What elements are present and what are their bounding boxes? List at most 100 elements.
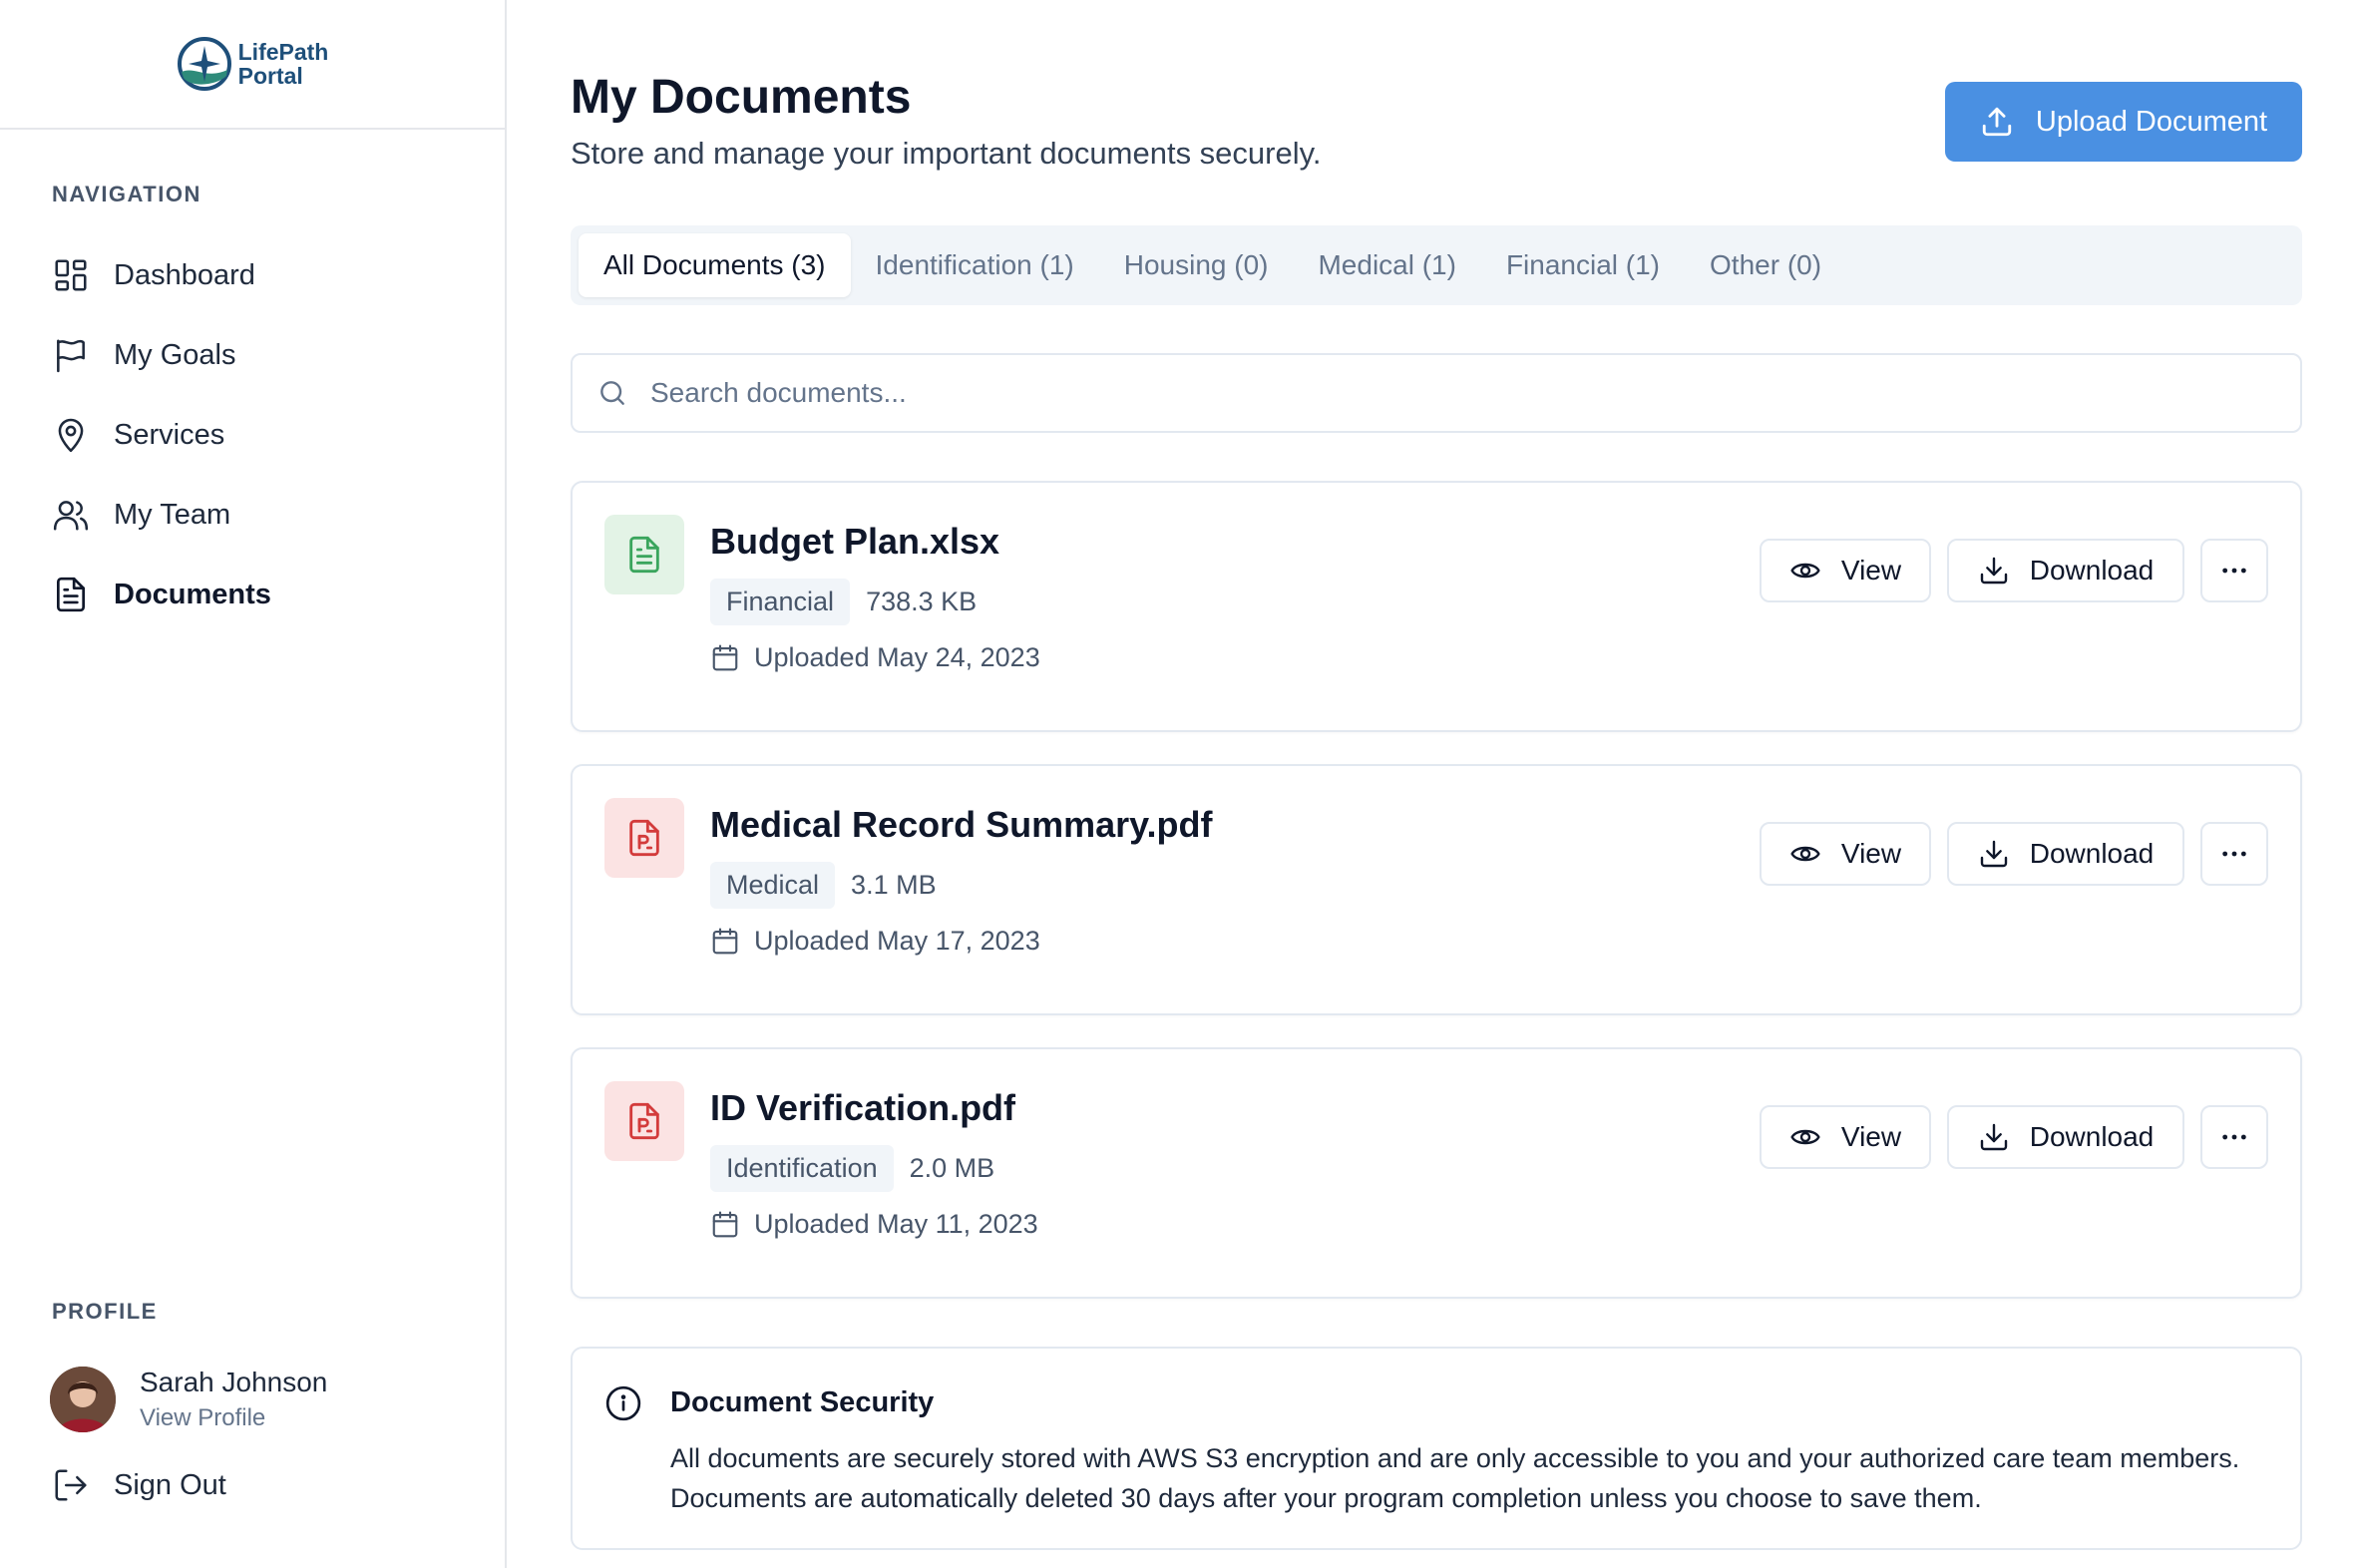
document-icon — [56, 577, 86, 612]
view-button[interactable]: View — [1760, 539, 1931, 602]
view-button[interactable]: View — [1760, 1105, 1931, 1169]
sidebar-nav: Dashboard My Goals Services My Team Docu… — [36, 235, 475, 634]
page-title: My Documents — [571, 71, 912, 124]
avatar-photo-icon — [50, 1367, 116, 1432]
logo-area: LifePath Portal — [0, 0, 505, 130]
category-badge: Financial — [710, 579, 851, 625]
upload-date-text: Uploaded May 24, 2023 — [754, 642, 1040, 672]
profile-section-label: PROFILE — [52, 1299, 158, 1324]
download-button[interactable]: Download — [1947, 539, 2184, 602]
upload-date: Uploaded May 17, 2023 — [710, 926, 1040, 957]
users-icon — [53, 501, 89, 531]
view-label: View — [1840, 555, 1902, 586]
document-security-notice: Document Security All documents are secu… — [571, 1347, 2302, 1550]
log-out-icon — [55, 1469, 87, 1501]
sidebar-item-label: My Team — [114, 498, 231, 531]
brand-line2: Portal — [237, 63, 303, 89]
avatar — [50, 1367, 116, 1432]
upload-document-button[interactable]: Upload Document — [1945, 82, 2302, 162]
sign-out-label: Sign Out — [114, 1468, 226, 1501]
pdf-file-icon-tile — [604, 1081, 684, 1161]
calendar-icon — [712, 927, 738, 954]
pdf-file-icon — [629, 1102, 659, 1140]
document-category-tabs: All Documents (3) Identification (1) Hou… — [571, 225, 2302, 305]
more-horizontal-icon — [2222, 851, 2246, 857]
document-meta: Financial 738.3 KB — [710, 579, 977, 625]
tab-other[interactable]: Other (0) — [1685, 233, 1846, 297]
more-horizontal-icon — [2222, 1134, 2246, 1140]
profile-card[interactable]: Sarah Johnson View Profile — [50, 1367, 327, 1432]
sidebar-item-my-goals[interactable]: My Goals — [36, 315, 475, 395]
tab-identification[interactable]: Identification (1) — [851, 233, 1099, 297]
upload-date-text: Uploaded May 17, 2023 — [754, 926, 1040, 956]
tab-housing[interactable]: Housing (0) — [1099, 233, 1294, 297]
profile-name: Sarah Johnson — [140, 1367, 328, 1397]
navigation-section-label: NAVIGATION — [52, 182, 201, 206]
document-card: ID Verification.pdf Identification 2.0 M… — [571, 1047, 2302, 1299]
pdf-file-icon-tile — [604, 798, 684, 878]
calendar-icon — [712, 643, 738, 670]
calendar-icon — [712, 1210, 738, 1237]
dashboard-icon — [55, 259, 87, 291]
more-options-button[interactable] — [2200, 1105, 2268, 1169]
view-profile-link[interactable]: View Profile — [140, 1404, 327, 1432]
eye-icon — [1790, 563, 1820, 579]
more-options-button[interactable] — [2200, 822, 2268, 886]
sidebar-item-dashboard[interactable]: Dashboard — [36, 235, 475, 315]
document-actions: View Download — [1760, 1105, 2268, 1169]
sidebar-item-documents[interactable]: Documents — [36, 555, 475, 634]
more-horizontal-icon — [2222, 568, 2246, 574]
download-label: Download — [2029, 838, 2155, 869]
flag-icon — [57, 339, 85, 373]
document-name[interactable]: Medical Record Summary.pdf — [710, 804, 1212, 846]
spreadsheet-file-icon — [629, 536, 659, 574]
sidebar: LifePath Portal NAVIGATION Dashboard My … — [0, 0, 507, 1568]
sidebar-item-label: Documents — [114, 578, 271, 610]
document-actions: View Download — [1760, 539, 2268, 602]
eye-icon — [1790, 846, 1820, 862]
download-icon — [1980, 1123, 2007, 1151]
document-name[interactable]: Budget Plan.xlsx — [710, 521, 999, 563]
document-meta: Medical 3.1 MB — [710, 862, 937, 909]
download-button[interactable]: Download — [1947, 822, 2184, 886]
lifepath-logo[interactable]: LifePath Portal — [177, 36, 328, 92]
spreadsheet-file-icon-tile — [604, 515, 684, 594]
document-card: Budget Plan.xlsx Financial 738.3 KB Uplo… — [571, 481, 2302, 732]
download-label: Download — [2029, 1121, 2155, 1152]
info-icon — [605, 1385, 641, 1421]
download-icon — [1980, 840, 2007, 868]
document-name[interactable]: ID Verification.pdf — [710, 1087, 1015, 1129]
security-title: Document Security — [670, 1386, 935, 1418]
document-card: Medical Record Summary.pdf Medical 3.1 M… — [571, 764, 2302, 1015]
view-label: View — [1840, 838, 1902, 869]
pdf-file-icon — [629, 819, 659, 857]
eye-icon — [1790, 1129, 1820, 1145]
download-button[interactable]: Download — [1947, 1105, 2184, 1169]
compass-logo-icon — [177, 37, 231, 91]
upload-date: Uploaded May 24, 2023 — [710, 642, 1040, 673]
tab-medical[interactable]: Medical (1) — [1293, 233, 1480, 297]
file-size: 2.0 MB — [909, 1153, 995, 1183]
view-button[interactable]: View — [1760, 822, 1931, 886]
security-body: All documents are securely stored with A… — [670, 1443, 2240, 1513]
search-input[interactable] — [650, 377, 2246, 409]
page-subtitle: Store and manage your important document… — [571, 136, 1322, 171]
tab-all-documents[interactable]: All Documents (3) — [579, 233, 851, 297]
search-bar — [571, 353, 2302, 433]
search-icon — [600, 381, 624, 405]
tab-financial[interactable]: Financial (1) — [1481, 233, 1685, 297]
map-pin-icon — [58, 418, 84, 453]
file-size: 3.1 MB — [851, 870, 937, 900]
download-label: Download — [2029, 555, 2155, 586]
more-options-button[interactable] — [2200, 539, 2268, 602]
sidebar-item-label: Services — [114, 418, 225, 451]
file-size: 738.3 KB — [866, 587, 978, 616]
download-icon — [1980, 557, 2007, 585]
upload-icon — [1982, 107, 2012, 137]
sidebar-item-services[interactable]: Services — [36, 395, 475, 475]
sign-out-button[interactable]: Sign Out — [52, 1466, 226, 1504]
sidebar-item-label: Dashboard — [114, 258, 255, 291]
sidebar-item-my-team[interactable]: My Team — [36, 475, 475, 555]
document-meta: Identification 2.0 MB — [710, 1145, 994, 1192]
category-badge: Medical — [710, 862, 836, 909]
